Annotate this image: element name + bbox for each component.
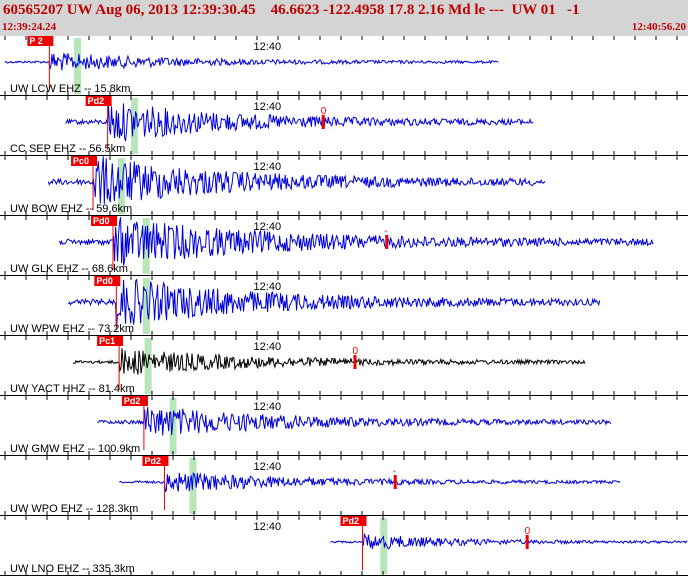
header-bar: 60565207 UW Aug 06, 2013 12:39:30.45 46.… (0, 0, 688, 36)
station-label: UW GMW EHZ -- 100.9km (10, 443, 140, 455)
p-pick-label: Pd0 (96, 276, 113, 286)
station-label: UW GLK EHZ -- 68.6km (10, 263, 128, 275)
p-pick-label: Pd2 (124, 396, 141, 406)
station-label: CC SEP EHZ -- 56.5km (10, 143, 125, 155)
seismogram-plot: P 2 12:40UW LCW EHZ -- 15.8kmPd2012:40CC … (0, 36, 688, 576)
s-pick-marker (321, 115, 325, 129)
p-pick-label: Pc0 (73, 156, 89, 166)
p-pick-label: Pd0 (93, 216, 110, 226)
minute-mark-label: 12:40 (254, 401, 282, 413)
event-title: 60565207 UW Aug 06, 2013 12:39:30.45 46.… (3, 2, 580, 18)
minute-mark-label: 12:40 (254, 521, 282, 533)
s-pick-marker (393, 475, 397, 489)
minute-mark-label: 12:40 (254, 101, 282, 113)
minute-mark-label: 12:40 (254, 161, 282, 173)
station-label: UW YACT HHZ -- 81.4km (10, 383, 135, 395)
station-label: UW WPW EHZ -- 73.2km (10, 323, 134, 335)
p-pick-label: Pd2 (343, 516, 360, 526)
s-pick-marker (525, 535, 529, 549)
p-pick-label: Pd2 (88, 96, 105, 106)
minute-mark-label: 12:40 (254, 281, 282, 293)
minute-mark-label: 12:40 (254, 341, 282, 353)
s-pick-marker (385, 235, 389, 249)
window-band (144, 338, 152, 394)
station-label: UW BOW EHZ -- 59.6km (10, 203, 132, 215)
p-pick-label: Pc1 (99, 336, 115, 346)
minute-mark-label: 12:40 (254, 221, 282, 233)
start-time-label: 12:39:24.24 (2, 21, 57, 33)
station-label: UW WPO EHZ -- 128.3km (10, 503, 138, 515)
minute-mark-label: 12:40 (254, 41, 282, 53)
minute-mark-label: 12:40 (254, 461, 282, 473)
station-label: UW LCW EHZ -- 15.8km (10, 83, 130, 95)
p-pick-label: Pd2 (144, 456, 161, 466)
p-pick-label: P 2 (29, 36, 42, 46)
end-time-label: 12:40:56.20 (631, 21, 686, 33)
station-label: UW LNO EHZ -- 335.3km (10, 563, 135, 575)
window-band (169, 398, 177, 454)
s-pick-marker (353, 355, 357, 369)
